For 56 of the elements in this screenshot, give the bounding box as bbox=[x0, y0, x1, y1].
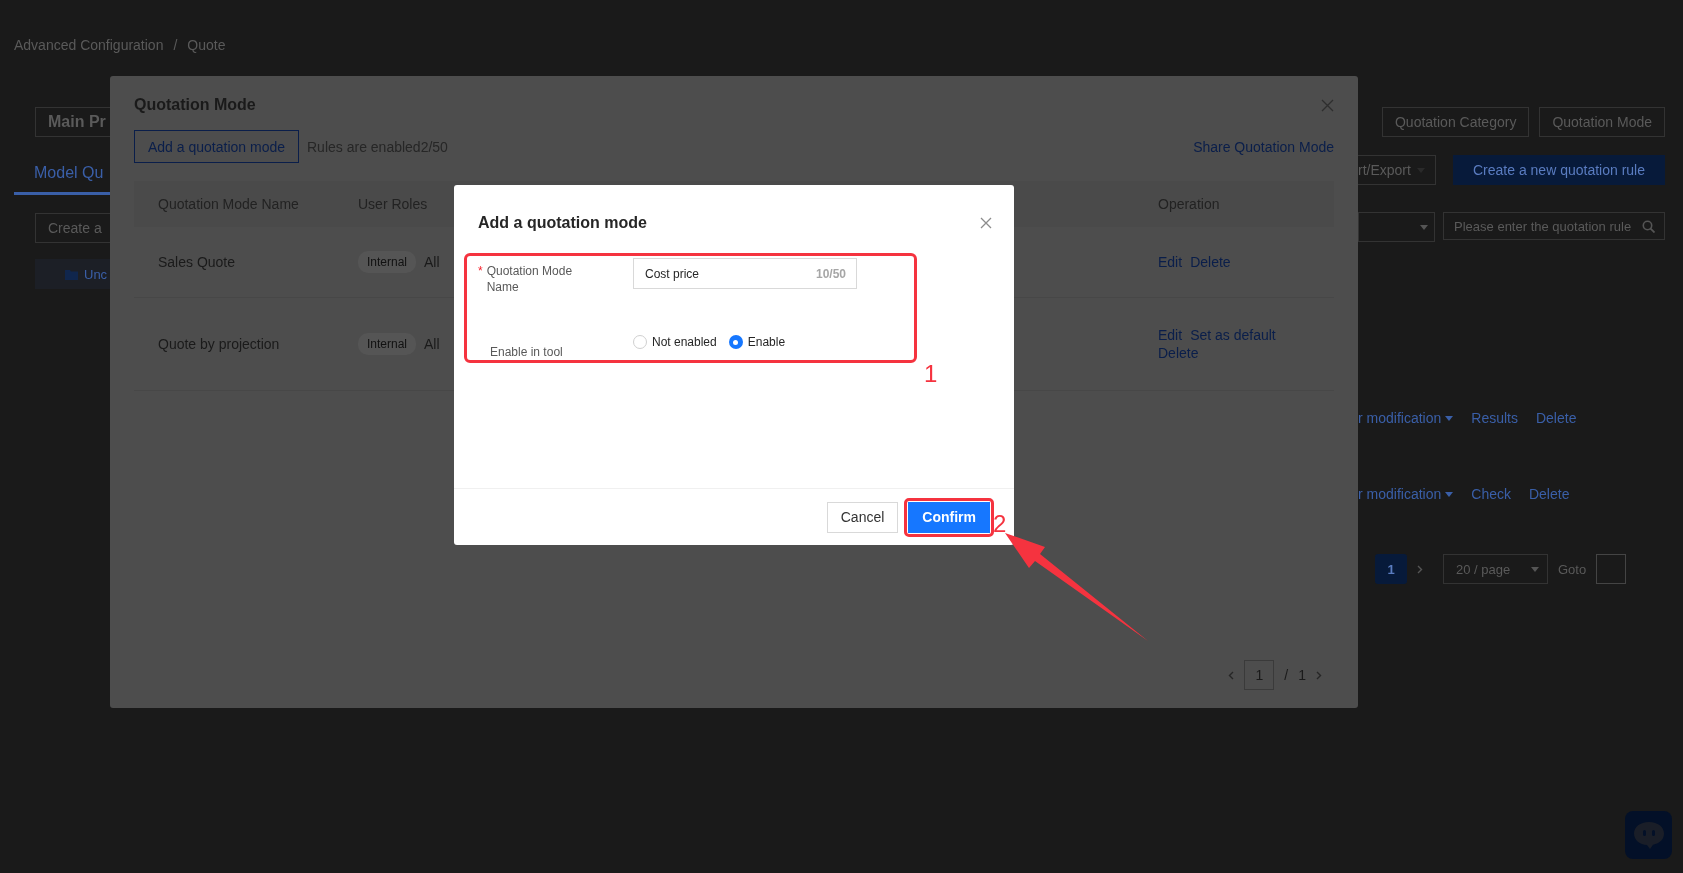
search-field[interactable]: Please enter the quotation rule bbox=[1443, 212, 1665, 240]
field-label: Enable in tool bbox=[490, 344, 563, 360]
cancel-button[interactable]: Cancel bbox=[826, 501, 899, 533]
character-counter: 10/50 bbox=[815, 267, 846, 281]
operation-link[interactable]: Set as default bbox=[1190, 327, 1276, 343]
next-page-icon[interactable] bbox=[1316, 670, 1322, 680]
action-link[interactable]: Delete bbox=[1528, 486, 1570, 502]
import-export-button[interactable]: rt/Export bbox=[1358, 155, 1436, 185]
goto-field[interactable] bbox=[1596, 554, 1627, 584]
previous-page-icon[interactable] bbox=[1228, 670, 1235, 680]
radio-button[interactable] bbox=[728, 335, 743, 349]
tree-item-label: Unc bbox=[84, 266, 108, 282]
create-rule-button[interactable]: Create a new quotation rule bbox=[1453, 155, 1665, 185]
role-tag: Internal bbox=[358, 251, 417, 273]
chat-icon bbox=[1631, 820, 1666, 850]
radio-option[interactable]: Not enabled bbox=[633, 335, 717, 349]
action-link[interactable]: Delete bbox=[1535, 410, 1577, 426]
breadcrumb-link[interactable]: Advanced Configuration bbox=[14, 37, 164, 53]
breadcrumb-current: Quote bbox=[187, 37, 226, 53]
caret-icon bbox=[1531, 566, 1539, 572]
caret-icon bbox=[1420, 224, 1429, 230]
field-label: Quotation Mode Name bbox=[486, 263, 574, 295]
share-link[interactable]: Share Quotation Mode bbox=[1193, 138, 1334, 155]
add-mode-button[interactable]: Add a quotation mode bbox=[134, 130, 299, 163]
action-link[interactable]: Results bbox=[1471, 410, 1518, 426]
operation-link[interactable]: Edit bbox=[1158, 254, 1183, 270]
action-link[interactable]: Check bbox=[1471, 486, 1511, 502]
page-separator: / bbox=[1284, 667, 1289, 683]
breadcrumb-separator: / bbox=[173, 37, 178, 53]
operation-link[interactable]: Delete bbox=[1158, 345, 1199, 361]
chat-button[interactable] bbox=[1625, 811, 1672, 859]
action-dropdown[interactable]: r modification bbox=[1358, 486, 1454, 502]
confirm-button[interactable]: Confirm bbox=[908, 501, 990, 533]
radio-option[interactable]: Enable bbox=[728, 335, 786, 349]
caret-icon bbox=[1445, 491, 1454, 497]
dialog-title: Add a quotation mode bbox=[478, 214, 647, 232]
tree-item[interactable]: Unc bbox=[35, 259, 110, 289]
goto-label: Goto bbox=[1558, 561, 1587, 577]
next-page-icon[interactable] bbox=[1417, 564, 1423, 574]
step-number: 1 bbox=[924, 362, 938, 386]
page-button[interactable]: 1 bbox=[1375, 554, 1407, 584]
folder-icon bbox=[65, 268, 78, 280]
view-tab[interactable]: Quotation Mode bbox=[1539, 107, 1665, 137]
operation-link[interactable]: Delete bbox=[1190, 254, 1231, 270]
action-dropdown[interactable]: r modification bbox=[1358, 410, 1454, 426]
step-number: 2 bbox=[993, 512, 1007, 536]
filter-select[interactable] bbox=[1358, 212, 1436, 242]
close-icon[interactable] bbox=[1321, 98, 1334, 112]
view-tab[interactable]: Quotation Category bbox=[1381, 107, 1530, 137]
operation-link[interactable]: Edit bbox=[1158, 327, 1183, 343]
caret-icon bbox=[1445, 415, 1454, 421]
role-tag: Internal bbox=[358, 333, 417, 355]
page-size-select[interactable]: 20 / page bbox=[1443, 554, 1548, 584]
required-mark: * bbox=[478, 263, 483, 280]
search-icon[interactable] bbox=[1642, 220, 1655, 233]
close-icon[interactable] bbox=[980, 217, 992, 229]
